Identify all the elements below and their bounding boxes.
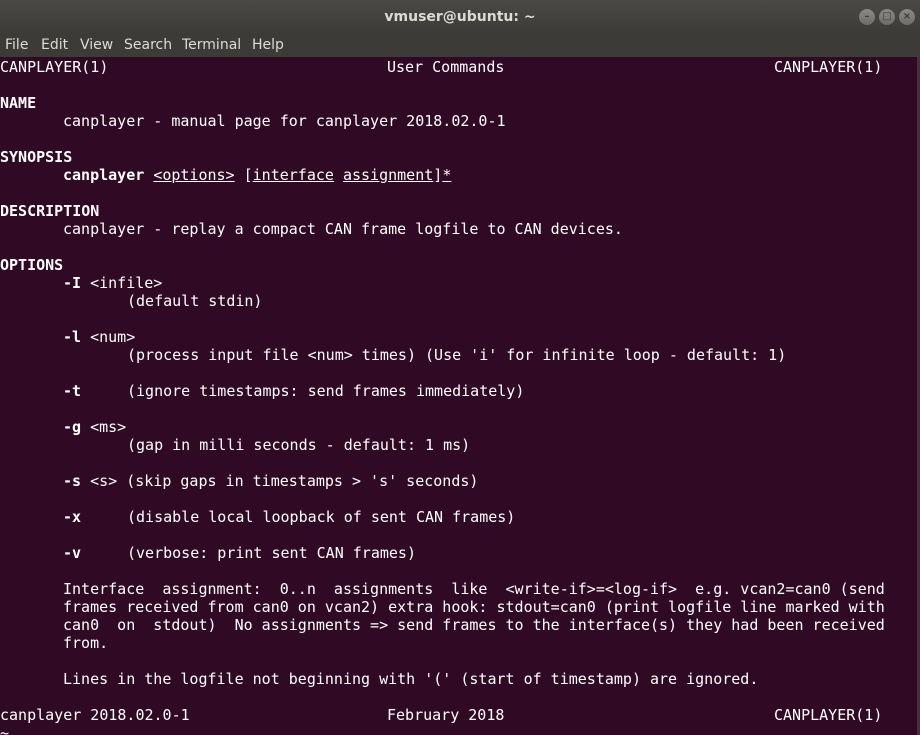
man-footer-left: canplayer 2018.02.0-1 [0,706,190,724]
synopsis-options: <options> [153,166,235,184]
description-text: canplayer - replay a compact CAN frame l… [63,220,623,238]
interface-paragraph-line-2: frames received from can0 on vcan2) extr… [63,598,885,616]
option-l-flag: -l [63,328,82,346]
option-v-desc: (verbose: print sent CAN frames) [127,544,416,562]
prompt-tilde: ~ [0,724,10,735]
option-x-desc: (disable local loopback of sent CAN fram… [127,508,516,526]
title-bar[interactable]: vmuser@ubuntu: ~ – □ × [0,0,920,34]
man-header-left: CANPLAYER(1) [0,58,109,76]
menu-file[interactable]: File [5,37,28,53]
window-title: vmuser@ubuntu: ~ [384,9,536,25]
man-footer-center: February 2018 [387,706,505,724]
synopsis-command: canplayer [63,166,145,184]
option-l-arg: <num> [90,328,136,346]
option-g-arg: <ms> [90,418,127,436]
option-g-flag: -g [63,418,82,436]
minimize-button[interactable]: – [859,9,875,25]
synopsis-interface: interface [252,166,334,184]
section-name-heading: NAME [0,94,37,112]
terminal-content[interactable]: CANPLAYER(1) User Commands CANPLAYER(1) … [0,57,917,735]
menu-terminal[interactable]: Terminal [182,37,241,53]
option-x-flag: -x [63,508,82,526]
menu-search[interactable]: Search [124,37,172,53]
option-l-desc: (process input file <num> times) (Use 'i… [127,346,787,364]
option-s-flag: -s [63,472,82,490]
maximize-button[interactable]: □ [879,9,895,25]
synopsis-assignment: assignment [342,166,434,184]
menu-view[interactable]: View [80,37,113,53]
menu-bar: File Edit View Search Terminal Help [0,34,920,57]
synopsis-line: canplayer <options> [interface assignmen… [63,166,451,184]
option-I-arg: <infile> [90,274,163,292]
option-I: -I <infile> [63,274,162,292]
option-g: -g <ms> [63,418,126,436]
man-header-center: User Commands [387,58,505,76]
terminal-window: vmuser@ubuntu: ~ – □ × File Edit View Se… [0,0,920,735]
name-text: canplayer - manual page for canplayer 20… [63,112,506,130]
man-header-right: CANPLAYER(1) [774,58,883,76]
section-description-heading: DESCRIPTION [0,202,100,220]
option-l: -l <num> [63,328,135,346]
synopsis-star: * [442,166,452,184]
section-options-heading: OPTIONS [0,256,64,274]
menu-edit[interactable]: Edit [41,37,68,53]
option-s: -s <s> (skip gaps in timestamps > 's' se… [63,472,478,490]
close-button[interactable]: × [899,9,915,25]
option-v-flag: -v [63,544,82,562]
option-t-desc: (ignore timestamps: send frames immediat… [127,382,525,400]
interface-paragraph-line-1: Interface assignment: 0..n assignments l… [63,580,885,598]
man-footer-right: CANPLAYER(1) [774,706,883,724]
menu-help[interactable]: Help [252,37,284,53]
interface-paragraph-line-4: from. [63,634,109,652]
logfile-note: Lines in the logfile not beginning with … [63,670,759,688]
option-g-desc: (gap in milli seconds - default: 1 ms) [127,436,471,454]
option-I-flag: -I [63,274,82,292]
synopsis-bracket-open: [ [243,166,253,184]
section-synopsis-heading: SYNOPSIS [0,148,73,166]
option-I-desc: (default stdin) [127,292,263,310]
option-s-rest: <s> (skip gaps in timestamps > 's' secon… [90,472,479,490]
interface-paragraph-line-3: can0 on stdout) No assignments => send f… [63,616,885,634]
option-t-flag: -t [63,382,82,400]
synopsis-bracket-close: ] [433,166,443,184]
